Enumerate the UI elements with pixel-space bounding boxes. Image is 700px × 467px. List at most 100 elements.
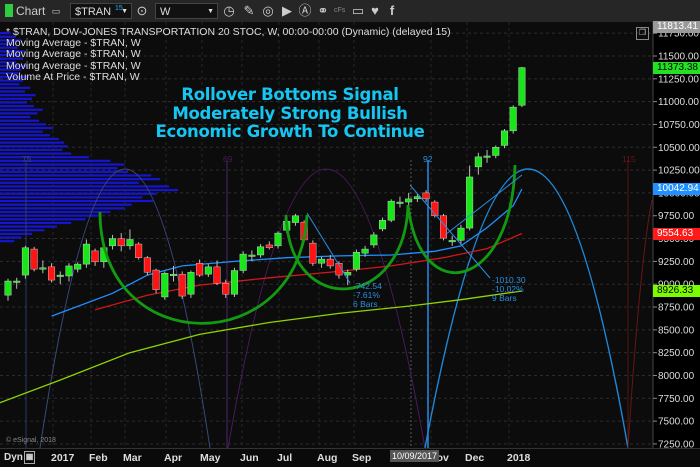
price-tick-label: 8500.00 [658, 325, 695, 336]
candle-body [39, 267, 47, 270]
candle-up [518, 66, 526, 108]
volume-at-price-bar [0, 141, 65, 144]
candle-body [492, 147, 500, 156]
price-tick-label: 7750.00 [658, 394, 695, 405]
volume-at-price-bar [0, 203, 132, 206]
volume-at-price-bar [0, 101, 27, 104]
price-tag: 8926.33 [653, 284, 700, 297]
candle-body [405, 198, 413, 203]
candle-body [30, 248, 38, 270]
time-tick-label: Feb [89, 452, 108, 464]
candle-body [396, 201, 404, 204]
candle-body [161, 273, 169, 298]
volume-at-price-bar [0, 115, 31, 119]
volume-at-price-bar [0, 185, 170, 188]
measure-bars: 6 Bars [353, 299, 378, 309]
candle-body [248, 254, 256, 257]
calendar-icon[interactable]: ▦ [24, 451, 35, 464]
headline-line: Moderately Strong Bullish [172, 103, 408, 123]
chart-legend: * $TRAN, DOW-JONES TRANSPORTATION 20 STO… [6, 26, 451, 83]
candle-body [466, 176, 474, 229]
volume-at-price-bar [0, 210, 111, 214]
volume-at-price-bar [0, 137, 59, 141]
volume-at-price-bar [0, 240, 15, 243]
price-tag: 10042.94 [653, 183, 700, 195]
candle-body [239, 253, 247, 271]
volume-at-price-bar [0, 108, 43, 111]
candle-body [361, 248, 369, 254]
cycle-label: 92 [423, 154, 433, 164]
price-tag: 11373.38 [653, 61, 700, 74]
candle-up [500, 129, 508, 149]
headline-line: Economic Growth To Continue [155, 122, 425, 141]
candle-down [30, 246, 38, 272]
volume-at-price-bar [0, 97, 33, 100]
volume-at-price-bar [0, 225, 57, 228]
price-tick-label: 9750.00 [658, 211, 695, 222]
volume-at-price-bar [0, 105, 34, 108]
time-tick-label: May [200, 452, 221, 464]
candle-down [431, 200, 439, 218]
candle-body [291, 215, 299, 223]
price-tick-label: 8750.00 [658, 303, 695, 314]
price-tick-label: 8000.00 [658, 371, 695, 382]
volume-at-price-bar [0, 192, 157, 195]
volume-at-price-bar [0, 148, 63, 152]
volume-at-price-bar [0, 232, 33, 235]
legend-study[interactable]: Volume At Price - $TRAN, W [6, 71, 451, 83]
candle-up [352, 249, 360, 272]
price-tick-label: 10750.00 [658, 120, 700, 131]
candle-body [222, 283, 230, 295]
candle-up [274, 231, 282, 249]
candle-body [126, 239, 134, 247]
measure-label-1: -742.54 -7.61% 6 Bars [353, 282, 382, 309]
maximize-icon[interactable]: ❐ [636, 27, 649, 40]
candle-body [448, 240, 456, 243]
volume-at-price-bar [0, 178, 161, 181]
time-tick-label: Jul [277, 452, 293, 464]
volume-at-price-bar [0, 221, 72, 225]
candle-body [152, 269, 160, 290]
volume-at-price-bar [0, 236, 22, 239]
candle-up [239, 251, 247, 274]
measure-bars: 9 Bars [492, 293, 517, 303]
cursor-date: 10/09/2017 [390, 450, 440, 462]
candle-up [230, 267, 238, 297]
candle-body [483, 155, 491, 158]
volume-at-price-bar [0, 188, 178, 192]
candle-body [379, 220, 387, 230]
price-tag: 9554.63 [653, 227, 700, 240]
candle-body [265, 244, 273, 248]
price-tick-label: 7500.00 [658, 417, 695, 428]
time-tick-label: Mar [123, 452, 142, 464]
volume-at-price-bar [0, 207, 125, 210]
candle-up [187, 270, 195, 298]
volume-at-price-bar [0, 152, 72, 155]
price-tick-label: 10500.00 [658, 143, 700, 154]
volume-at-price-bar [0, 134, 50, 137]
volume-at-price-bar [0, 119, 40, 122]
time-tick-label: Apr [164, 452, 183, 464]
cycle-label: 75 [22, 154, 32, 164]
candle-up [161, 271, 169, 300]
volume-at-price-bar [0, 112, 38, 115]
candle-body [21, 247, 29, 276]
volume-at-price-bar [0, 170, 129, 173]
candle-body [74, 263, 82, 270]
candle-down [178, 271, 186, 299]
volume-at-price-bar [0, 86, 31, 89]
volume-at-price-bar [0, 214, 98, 217]
headline-annotation: Rollover Bottoms Signal Moderately Stron… [150, 85, 430, 142]
volume-at-price-bar [0, 90, 25, 93]
time-tick-label: 2017 [51, 452, 75, 464]
volume-at-price-bar [0, 167, 118, 170]
candle-body [422, 192, 430, 200]
candle-up [509, 105, 517, 134]
candle-down [309, 240, 317, 266]
candle-body [213, 266, 221, 284]
dyn-label[interactable]: Dyn [4, 452, 23, 463]
candle-body [187, 272, 195, 295]
legend-study[interactable]: Moving Average - $TRAN, W [6, 49, 451, 60]
volume-at-price-bar [0, 218, 86, 221]
price-tick-label: 8250.00 [658, 348, 695, 359]
